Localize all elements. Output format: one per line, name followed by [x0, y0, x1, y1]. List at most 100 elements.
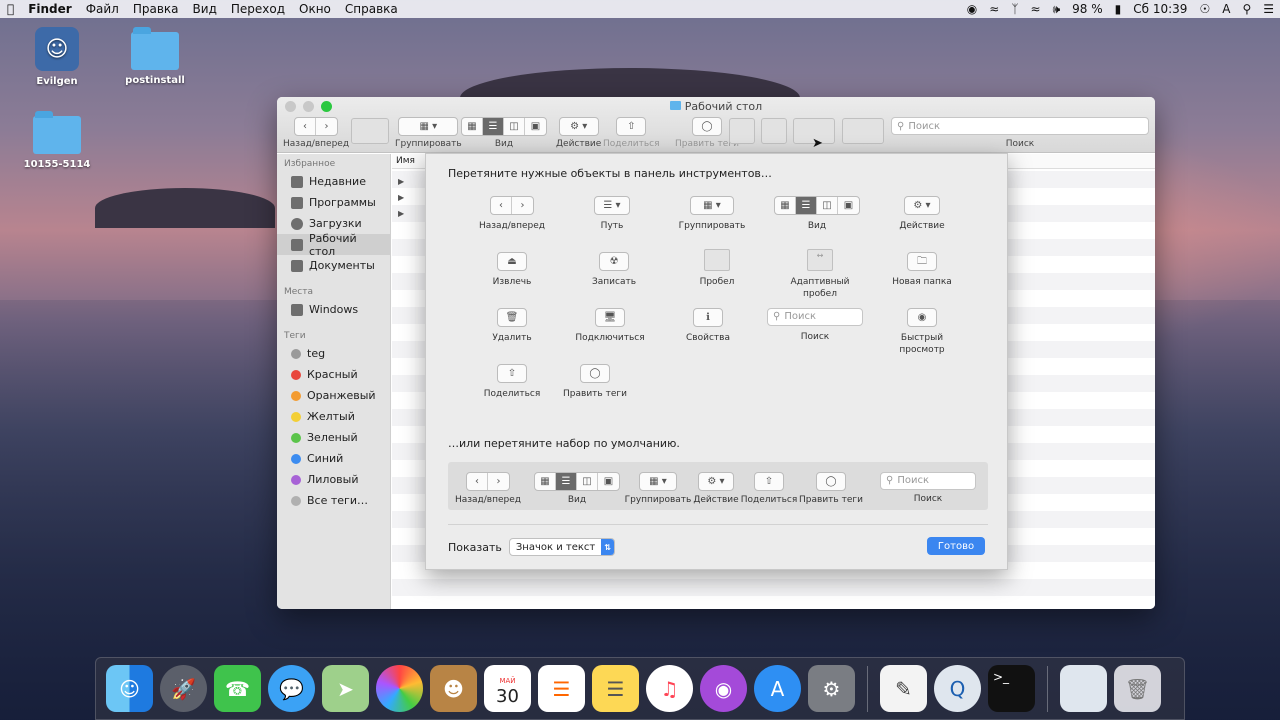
sidebar-item-desktop[interactable]: Рабочий стол	[277, 232, 390, 258]
tags-button[interactable]: ◯	[691, 117, 722, 136]
sidebar-tag-item[interactable]: Желтый	[277, 406, 390, 427]
item-label: просмотр	[899, 345, 945, 355]
sidebar-tag-item[interactable]: Зеленый	[277, 427, 390, 448]
item-flexible-space[interactable]: ↔ Адаптивный пробел	[765, 249, 875, 300]
sidebar-item-windows[interactable]: Windows	[277, 299, 390, 320]
menu-edit[interactable]: Правка	[126, 2, 186, 16]
apple-icon[interactable]: 	[0, 2, 21, 16]
back-forward-control[interactable]: ‹ ›	[294, 117, 339, 136]
dock-notes-icon[interactable]: ☰	[592, 665, 639, 712]
desktop-icon-evilgen[interactable]: ☺ Evilgen	[12, 27, 102, 87]
item-path[interactable]: ☰ ▾ Путь	[557, 196, 667, 232]
list-view-icon: ☰	[556, 473, 577, 490]
dock-quicktime-icon[interactable]: Q	[934, 665, 981, 712]
dock-calendar-icon[interactable]: МАЙ 30	[484, 665, 531, 712]
dock-messages-icon[interactable]: 💬	[268, 665, 315, 712]
dock-podcasts-icon[interactable]: ◉	[700, 665, 747, 712]
record-icon[interactable]: ◉	[961, 2, 983, 16]
notification-center-icon[interactable]: ☰	[1257, 2, 1280, 16]
default-toolbar-set[interactable]: ‹ › Назад/вперед ▦ ☰ ◫ ▣ Вид ▦ ▾ Группироват…	[448, 462, 988, 510]
dock-app-store-icon[interactable]: A	[754, 665, 801, 712]
sidebar-tag-item[interactable]: Красный	[277, 364, 390, 385]
dock-launchpad-icon[interactable]: 🚀	[160, 665, 207, 712]
menu-help[interactable]: Справка	[338, 2, 405, 16]
volume-icon[interactable]: 🕪	[1047, 2, 1067, 17]
spotlight-icon[interactable]: ⚲	[1236, 2, 1257, 16]
share-button[interactable]: ⇧	[616, 117, 647, 136]
dock-maps-icon[interactable]: ➤	[322, 665, 369, 712]
search-field[interactable]: ⚲ Поиск	[891, 117, 1149, 135]
dock-textedit-icon[interactable]: ✎	[880, 665, 927, 712]
bluetooth-icon[interactable]: ᛉ	[1005, 2, 1024, 16]
sidebar-tag-item[interactable]: Синий	[277, 448, 390, 469]
icon-view-icon[interactable]: ▦	[462, 118, 483, 135]
menu-file[interactable]: Файл	[79, 2, 126, 16]
dock-terminal-icon[interactable]: >_	[988, 665, 1035, 712]
list-view-icon[interactable]: ☰	[483, 118, 504, 135]
dock-downloads-stack-icon[interactable]	[1060, 665, 1107, 712]
dock-reminders-icon[interactable]: ☰	[538, 665, 585, 712]
folder-icon	[131, 27, 179, 70]
show-select[interactable]: Значок и текст ⇅	[508, 538, 616, 556]
sidebar-item-label: Желтый	[307, 410, 355, 423]
done-button[interactable]: Готово	[927, 537, 985, 555]
menu-go[interactable]: Переход	[224, 2, 292, 16]
sidebar-item-documents[interactable]: Документы	[277, 255, 390, 276]
sidebar-tag-item[interactable]: Оранжевый	[277, 385, 390, 406]
forward-icon[interactable]: ›	[316, 118, 337, 135]
item-new-folder[interactable]: 🗀 Новая папка	[867, 252, 977, 288]
search-icon: ⚲	[897, 120, 905, 132]
desktop-icon-postinstall[interactable]: postinstall	[110, 27, 200, 86]
desktop-icon-10155-5114[interactable]: 10155-5114	[12, 111, 102, 170]
tag-color-dot-icon	[291, 495, 301, 506]
sidebar-item-recents[interactable]: Недавние	[277, 171, 390, 192]
dock-system-preferences-icon[interactable]: ⚙	[808, 665, 855, 712]
back-icon[interactable]: ‹	[295, 118, 317, 135]
item-view[interactable]: ▦ ☰ ◫ ▣ Вид	[762, 196, 872, 232]
item-delete[interactable]: 🗑 Удалить	[457, 308, 567, 344]
chevron-updown-icon: ⇅	[601, 539, 615, 555]
item-group[interactable]: ▦ ▾ Группировать	[657, 196, 767, 232]
item-space[interactable]: Пробел	[662, 249, 772, 288]
item-burn[interactable]: ☢ Записать	[559, 252, 669, 288]
sidebar-tag-item[interactable]: teg	[277, 343, 390, 364]
menu-view[interactable]: Вид	[186, 2, 224, 16]
dock-facetime-icon[interactable]: ☎	[214, 665, 261, 712]
dock-photos-icon[interactable]	[376, 665, 423, 712]
dock-separator	[867, 665, 868, 712]
item-label: Поделиться	[483, 389, 541, 399]
dock-music-icon[interactable]: ♫	[646, 665, 693, 712]
group-button[interactable]: ▦ ▾	[398, 117, 459, 136]
flexible-space-icon: ↔	[807, 249, 833, 271]
battery-percent[interactable]: 98 %	[1066, 2, 1109, 16]
wifi-icon[interactable]: ≈	[983, 2, 1005, 16]
dock-finder-icon[interactable]: ☺	[106, 665, 153, 712]
sidebar-item-applications[interactable]: Программы	[277, 192, 390, 213]
dock-trash-icon[interactable]: 🗑	[1114, 665, 1161, 712]
battery-icon[interactable]: ▮	[1109, 2, 1128, 16]
input-language[interactable]: A	[1216, 2, 1236, 16]
menu-app-name[interactable]: Finder	[21, 2, 79, 16]
gallery-view-icon[interactable]: ▣	[525, 118, 546, 135]
disclosure-triangles[interactable]: ▶ ▶ ▶	[398, 174, 404, 222]
wireless-icon[interactable]: ≈	[1025, 2, 1047, 16]
item-connect[interactable]: 🖥 Подключиться	[555, 308, 665, 344]
item-get-info[interactable]: ℹ Свойства	[653, 308, 763, 344]
column-view-icon: ◫	[817, 197, 838, 214]
menu-clock[interactable]: Сб 10:39	[1127, 2, 1193, 16]
item-search[interactable]: ⚲ Поиск Поиск	[760, 308, 870, 343]
sidebar-tag-item[interactable]: Все теги…	[277, 490, 390, 511]
item-quick-look[interactable]: ◉ Быстрый просмотр	[867, 308, 977, 356]
dock-contacts-icon[interactable]: ☻	[430, 665, 477, 712]
user-icon[interactable]: ☉	[1193, 2, 1216, 16]
column-view-icon[interactable]: ◫	[504, 118, 525, 135]
sidebar-tag-item[interactable]: Лиловый	[277, 469, 390, 490]
desktop-icon-label: Evilgen	[36, 76, 78, 87]
item-eject[interactable]: ⏏ Извлечь	[457, 252, 567, 288]
item-action[interactable]: ⚙ ▾ Действие	[867, 196, 977, 232]
view-control[interactable]: ▦ ☰ ◫ ▣	[461, 117, 547, 136]
action-button[interactable]: ⚙ ▾	[558, 117, 599, 136]
item-back-forward[interactable]: ‹ › Назад/вперед	[457, 196, 567, 232]
item-edit-tags[interactable]: ◯ Править теги	[540, 364, 650, 400]
menu-window[interactable]: Окно	[292, 2, 338, 16]
